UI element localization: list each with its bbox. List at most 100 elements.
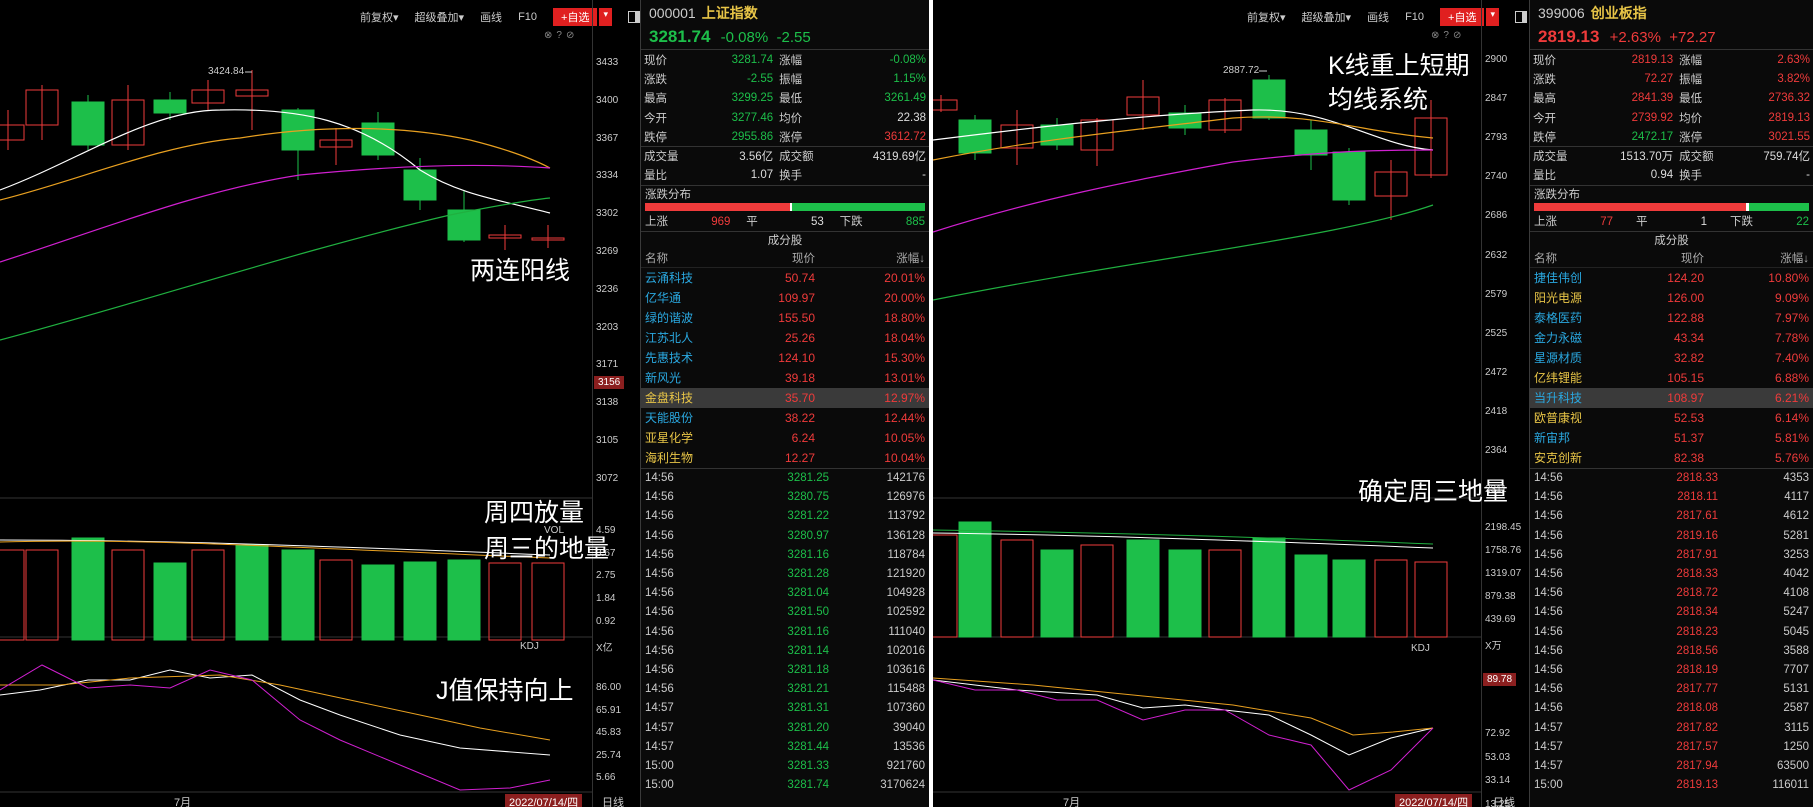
stock-name[interactable]: 泰格医药: [1534, 308, 1624, 328]
stock-name[interactable]: 亚星化学: [645, 428, 735, 448]
axis-tick: 2632: [1485, 249, 1508, 261]
tick-row: 14:56 3281.22 113792: [641, 507, 929, 526]
annotation-j-value: J值保持向上: [436, 677, 574, 705]
quote-row: 涨跌 -2.55 振幅 1.15%: [641, 69, 929, 88]
tick-volume: 115488: [887, 683, 925, 696]
tick-volume: 136128: [886, 529, 925, 542]
tick-time: 14:56: [645, 625, 674, 638]
tick-row: 14:56 2817.77 5131: [1530, 680, 1813, 699]
constituent-row[interactable]: 新风光 39.18 13.01%: [641, 368, 929, 388]
left-dist-bar: [645, 203, 925, 212]
stock-name[interactable]: 阳光电源: [1534, 288, 1624, 308]
constituent-row[interactable]: 亿华通 109.97 20.00%: [641, 288, 929, 308]
stock-price: 109.97: [778, 291, 815, 306]
stock-name[interactable]: 亿华通: [645, 288, 735, 308]
stock-name[interactable]: 金力永磁: [1534, 328, 1624, 348]
stock-change: 5.81%: [1774, 431, 1809, 446]
constituent-row[interactable]: 先惠技术 124.10 15.30%: [641, 348, 929, 368]
quote-value: 22.38: [897, 111, 926, 124]
constituent-row[interactable]: 天能股份 38.22 12.44%: [641, 408, 929, 428]
tick-volume: 113792: [887, 510, 925, 523]
tick-row: 15:00 3281.74 3170624: [641, 776, 929, 795]
stock-name[interactable]: 新风光: [645, 368, 735, 388]
stock-name[interactable]: 捷佳伟创: [1534, 268, 1624, 288]
tick-price: 2818.23: [1676, 625, 1718, 638]
constituent-row[interactable]: 亚星化学 6.24 10.05%: [641, 428, 929, 448]
date-tag: 2022/07/14/四: [1395, 794, 1473, 807]
stock-name[interactable]: 江苏北人: [645, 328, 735, 348]
constituent-row[interactable]: 泰格医药 122.88 7.97%: [1530, 308, 1813, 328]
tick-price: 2819.13: [1676, 779, 1718, 792]
constituent-row[interactable]: 捷佳伟创 124.20 10.80%: [1530, 268, 1813, 288]
stock-name[interactable]: 绿的谐波: [645, 308, 735, 328]
constituent-row[interactable]: 海利生物 12.27 10.04%: [641, 448, 929, 468]
stock-name[interactable]: 欧普康视: [1534, 408, 1624, 428]
left-kline-chart[interactable]: 前复权▾ 超级叠加▾ 画线 F10 +自选 ▾ ⊗?⊘ 3424.84 3433 3…: [0, 0, 640, 807]
tick-price: 3280.97: [787, 529, 829, 542]
left-quote-table: 现价 3281.74 涨幅 -0.08% 涨跌 -2.55 振幅 1.15% 最高 3299.25…: [641, 50, 929, 185]
tick-price: 3281.44: [787, 740, 829, 753]
stock-name[interactable]: 云涌科技: [645, 268, 735, 288]
tick-time: 14:56: [1534, 663, 1563, 676]
stock-name[interactable]: 天能股份: [645, 408, 735, 428]
constituent-row[interactable]: 金盘科技 35.70 12.97%: [641, 388, 929, 409]
stock-name[interactable]: 安克创新: [1534, 448, 1624, 468]
quote-row: 成交量 1513.70万 成交额 759.74亿: [1530, 146, 1813, 165]
period-label[interactable]: 日线: [1493, 794, 1515, 807]
tick-time: 14:56: [645, 529, 674, 542]
stock-name[interactable]: 当升科技: [1534, 388, 1624, 408]
quote-label: 涨跌: [644, 73, 667, 86]
constituent-row[interactable]: 江苏北人 25.26 18.04%: [641, 328, 929, 348]
tick-volume: 921760: [886, 759, 925, 772]
period-label[interactable]: 日线: [602, 794, 624, 807]
date-tag: 2022/07/14/四: [505, 794, 583, 807]
tick-volume: 4353: [1783, 472, 1809, 485]
constituent-row[interactable]: 当升科技 108.97 6.21%: [1530, 388, 1813, 409]
tick-time: 14:56: [645, 683, 674, 696]
tick-time: 14:56: [1534, 491, 1563, 504]
volume-bar: [958, 521, 992, 638]
constituent-row[interactable]: 阳光电源 126.00 9.09%: [1530, 288, 1813, 308]
stock-name[interactable]: 亿纬锂能: [1534, 368, 1624, 388]
tick-time: 14:56: [1534, 568, 1563, 581]
kdj-value-tag: 89.78: [1483, 673, 1517, 686]
quote-label: 振幅: [779, 73, 803, 86]
right-kline-chart[interactable]: 前复权▾ 超级叠加▾ 画线 F10 +自选 ▾ ⊗?⊘ 2887.72 2900 2…: [933, 0, 1529, 807]
tick-price: 3281.28: [787, 568, 829, 581]
stock-name[interactable]: 星源材质: [1534, 348, 1624, 368]
tick-price: 3281.16: [787, 625, 829, 638]
volume-bar: [1126, 539, 1160, 638]
stock-price: 52.53: [1673, 411, 1704, 426]
stock-name[interactable]: 金盘科技: [645, 388, 735, 408]
tick-row: 15:00 3281.33 921760: [641, 757, 929, 776]
tick-volume: 4042: [1783, 568, 1809, 581]
tick-price: 2817.77: [1676, 683, 1718, 696]
constituent-row[interactable]: 亿纬锂能 105.15 6.88%: [1530, 368, 1813, 388]
quote-label: 最低: [1679, 93, 1703, 106]
stock-name[interactable]: 先惠技术: [645, 348, 735, 368]
constituent-row[interactable]: 金力永磁 43.34 7.78%: [1530, 328, 1813, 348]
tick-time: 14:56: [1534, 529, 1563, 542]
tick-time: 14:56: [1534, 606, 1563, 619]
constituent-row[interactable]: 云涌科技 50.74 20.01%: [641, 268, 929, 288]
tick-row: 14:56 3280.75 126976: [641, 488, 929, 507]
tick-price: 2818.08: [1676, 702, 1718, 715]
candle-down: [1252, 79, 1286, 119]
annotation-confirm-low-volume: 确定周三地量: [1358, 478, 1509, 506]
constituent-row[interactable]: 绿的谐波 155.50 18.80%: [641, 308, 929, 328]
tick-volume: 1250: [1783, 740, 1809, 753]
constituent-row[interactable]: 安克创新 82.38 5.76%: [1530, 448, 1813, 468]
constituent-row[interactable]: 欧普康视 52.53 6.14%: [1530, 408, 1813, 428]
tick-row: 14:56 2817.91 3253: [1530, 546, 1813, 565]
constituent-row[interactable]: 星源材质 32.82 7.40%: [1530, 348, 1813, 368]
volume-axis-tick: X亿: [596, 642, 613, 654]
constituent-row[interactable]: 新宙邦 51.37 5.81%: [1530, 428, 1813, 448]
stock-name[interactable]: 海利生物: [645, 448, 735, 468]
kdj-axis-tick: 53.03: [1485, 751, 1511, 763]
stock-name[interactable]: 新宙邦: [1534, 428, 1624, 448]
quote-value: 759.74亿: [1763, 151, 1810, 164]
axis-tick: 2472: [1485, 366, 1508, 378]
stock-price: 126.00: [1667, 291, 1704, 306]
left-dist-row: 上涨 969 平 53 下跌 885: [641, 211, 929, 233]
stock-price: 105.15: [1667, 371, 1704, 386]
